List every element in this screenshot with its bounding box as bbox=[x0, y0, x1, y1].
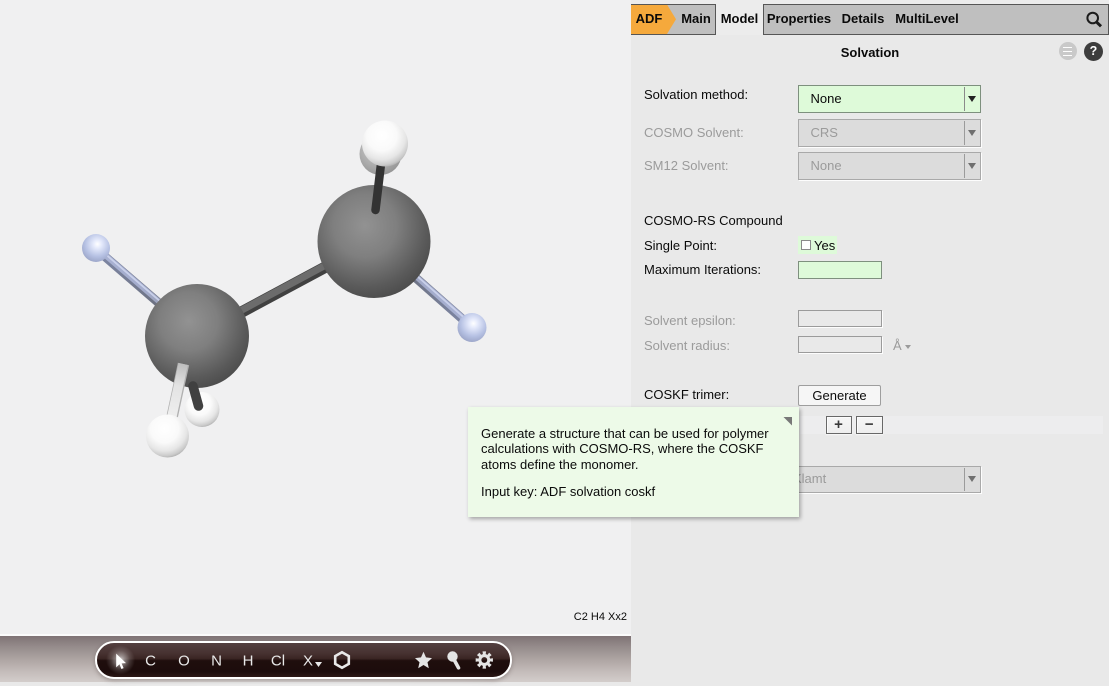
svg-text:X: X bbox=[303, 652, 313, 669]
svg-text:O: O bbox=[178, 652, 190, 669]
svg-text:Cl: Cl bbox=[271, 652, 285, 669]
svg-text:H: H bbox=[243, 652, 254, 669]
svg-text:C: C bbox=[145, 652, 156, 669]
svg-text:N: N bbox=[211, 652, 222, 669]
